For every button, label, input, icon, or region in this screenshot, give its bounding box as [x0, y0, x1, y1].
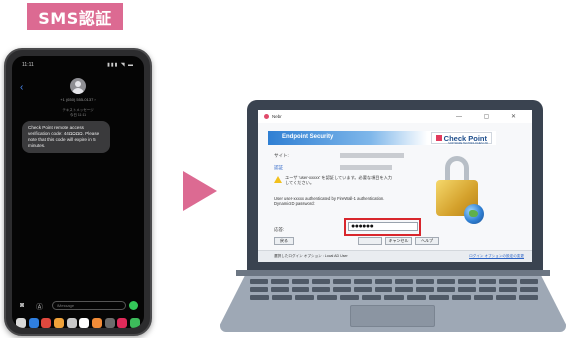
site-label: サイト: — [274, 153, 289, 158]
sms-auth-label: SMS認証 — [27, 3, 123, 30]
dock-app-icon[interactable] — [41, 318, 52, 328]
app-dock — [16, 316, 140, 328]
warning-icon — [274, 176, 282, 183]
window-titlebar: Nebr — ▢ ✕ — [258, 110, 532, 123]
change-login-option-link[interactable]: ログイン オプションの設定の変更 — [469, 254, 524, 259]
dock-app-icon[interactable] — [129, 318, 140, 328]
sms-message-bubble[interactable]: Check Point remote access verification c… — [22, 121, 110, 153]
header-banner: Endpoint Security Check Point SOFTWARE T… — [268, 131, 496, 145]
send-icon[interactable] — [129, 301, 138, 310]
laptop-display: Nebr — ▢ ✕ Endpoint Security Check Point… — [258, 110, 532, 262]
dock-app-icon[interactable] — [66, 318, 77, 328]
window-controls[interactable]: — ▢ ✕ — [456, 113, 526, 120]
trackpad — [350, 305, 435, 327]
phone-screen: 11:11 ▮▮▮ ◥ ▬ ‹ +1 (650) 555-0137 › テキスト… — [12, 56, 144, 328]
keyboard — [250, 279, 539, 303]
dialog-footer: 選択したログイン オプション : Local AD User ログイン オプショ… — [258, 250, 532, 262]
sender-number[interactable]: +1 (650) 555-0137 › — [12, 97, 144, 102]
signal-battery-icon: ▮▮▮ ◥ ▬ — [107, 62, 134, 68]
camera-icon[interactable]: ◙ — [20, 302, 24, 309]
help-button[interactable]: ヘルプ — [415, 237, 439, 245]
login-option-text: 選択したログイン オプション : Local AD User — [274, 254, 348, 258]
auth-info-text: User user-xxxxx authenticated by FireWal… — [274, 196, 385, 206]
laptop-hinge — [236, 270, 550, 276]
status-bar: 11:11 ▮▮▮ ◥ ▬ — [22, 62, 134, 70]
status-time: 11:11 — [22, 62, 34, 68]
logo-mark-icon — [435, 135, 442, 141]
contact-avatar[interactable] — [70, 78, 86, 94]
endpoint-login-dialog: Nebr — ▢ ✕ Endpoint Security Check Point… — [258, 110, 532, 262]
cancel-button[interactable]: キャンセル — [385, 237, 412, 245]
dock-app-icon[interactable] — [91, 318, 102, 328]
auth-value — [340, 165, 392, 170]
flow-arrow-icon — [183, 171, 217, 211]
back-button[interactable]: 戻る — [274, 237, 294, 245]
message-timestamp: テキストメッセージ 今日 11:11 — [12, 108, 144, 118]
message-input[interactable]: iMessage — [52, 301, 126, 310]
warning-text: ユーザ 'user-xxxxx' を認証しています。必要な項目を入力してください… — [285, 175, 393, 185]
dock-app-icon[interactable] — [104, 318, 115, 328]
globe-icon — [464, 204, 484, 224]
dock-app-icon[interactable] — [117, 318, 128, 328]
dock-app-icon[interactable] — [28, 318, 39, 328]
site-value — [340, 153, 404, 158]
ok-button[interactable] — [358, 237, 382, 245]
laptop-lid: Nebr — ▢ ✕ Endpoint Security Check Point… — [247, 100, 543, 272]
stamp-line-2: 今日 11:11 — [69, 113, 87, 117]
dock-app-icon[interactable] — [79, 318, 90, 328]
smartphone: 11:11 ▮▮▮ ◥ ▬ ‹ +1 (650) 555-0137 › テキスト… — [4, 48, 152, 336]
logo-subtext: SOFTWARE TECHNOLOGIES LTD — [448, 142, 488, 145]
auth-label[interactable]: 認証 — [274, 165, 283, 171]
dock-app-icon[interactable] — [53, 318, 64, 328]
password-input[interactable]: ●●●●●● — [348, 222, 418, 231]
window-title: Nebr — [272, 114, 282, 119]
banner-title: Endpoint Security — [282, 134, 334, 140]
response-label: 応答: — [274, 227, 285, 232]
app-icon — [264, 114, 269, 119]
compose-bar: ◙ Ⓐ iMessage — [18, 301, 138, 311]
app-store-icon[interactable]: Ⓐ — [36, 302, 43, 312]
back-chevron-icon[interactable]: ‹ — [20, 82, 23, 93]
dock-app-icon[interactable] — [16, 318, 26, 328]
